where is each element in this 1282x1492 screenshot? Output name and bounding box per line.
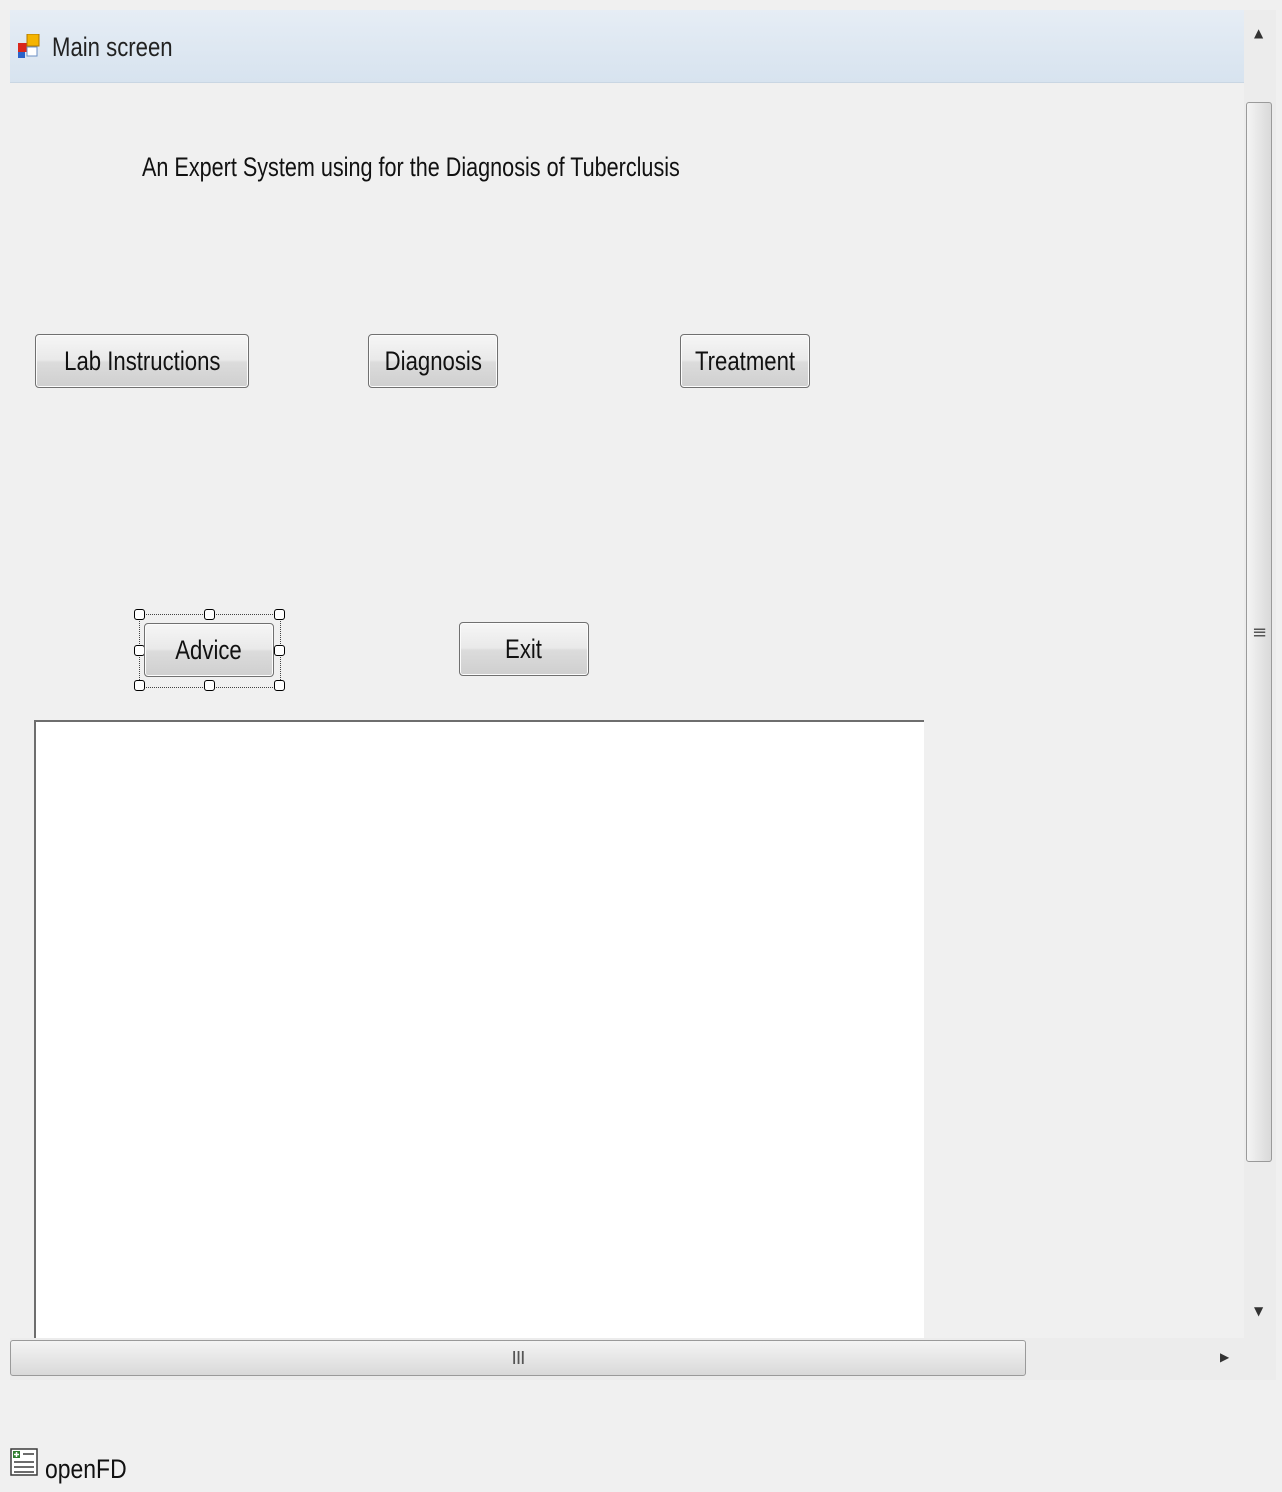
tray-item-label[interactable]: openFD xyxy=(45,1454,127,1485)
exit-button[interactable]: Exit xyxy=(459,622,589,676)
vertical-grip-icon: ≡ xyxy=(1251,621,1267,643)
advice-label: Advice xyxy=(175,634,243,665)
diagnosis-label: Diagnosis xyxy=(384,345,482,376)
scroll-down-icon[interactable]: ▼ xyxy=(1254,1304,1263,1318)
resize-handle-top-left[interactable] xyxy=(134,609,145,620)
file-dialog-icon[interactable] xyxy=(10,1448,38,1476)
vertical-scroll-thumb[interactable]: ≡ xyxy=(1246,102,1272,1162)
horizontal-scroll-thumb[interactable]: III xyxy=(10,1340,1026,1376)
window-title: Main screen xyxy=(52,32,173,62)
advice-button[interactable]: Advice xyxy=(144,623,274,677)
diagnosis-button[interactable]: Diagnosis xyxy=(368,334,498,388)
output-text-area[interactable] xyxy=(34,720,924,1380)
vertical-scrollbar[interactable]: ▲ ≡ ▼ xyxy=(1244,10,1276,1380)
treatment-label: Treatment xyxy=(694,345,796,376)
designer-form: Main screen An Expert System using for t… xyxy=(10,10,1244,1380)
resize-handle-right[interactable] xyxy=(274,645,285,656)
title-bar: Main screen xyxy=(10,10,1244,83)
resize-handle-bottom[interactable] xyxy=(204,680,215,691)
resize-handle-top-right[interactable] xyxy=(274,609,285,620)
lab-instructions-button[interactable]: Lab Instructions xyxy=(35,334,249,388)
resize-handle-top[interactable] xyxy=(204,609,215,620)
horizontal-scrollbar[interactable]: III ▶ xyxy=(10,1338,1244,1380)
exit-label: Exit xyxy=(505,633,543,664)
page-heading: An Expert System using for the Diagnosis… xyxy=(142,152,680,182)
scroll-right-icon[interactable]: ▶ xyxy=(1220,1350,1229,1364)
lab-instructions-label: Lab Instructions xyxy=(63,345,221,376)
horizontal-grip-icon: III xyxy=(511,1347,526,1369)
component-tray: openFD xyxy=(0,1380,1282,1492)
form-icon xyxy=(18,34,40,58)
resize-handle-bottom-right[interactable] xyxy=(274,680,285,691)
treatment-button[interactable]: Treatment xyxy=(680,334,810,388)
scroll-up-icon[interactable]: ▲ xyxy=(1254,26,1263,40)
resize-handle-bottom-left[interactable] xyxy=(134,680,145,691)
